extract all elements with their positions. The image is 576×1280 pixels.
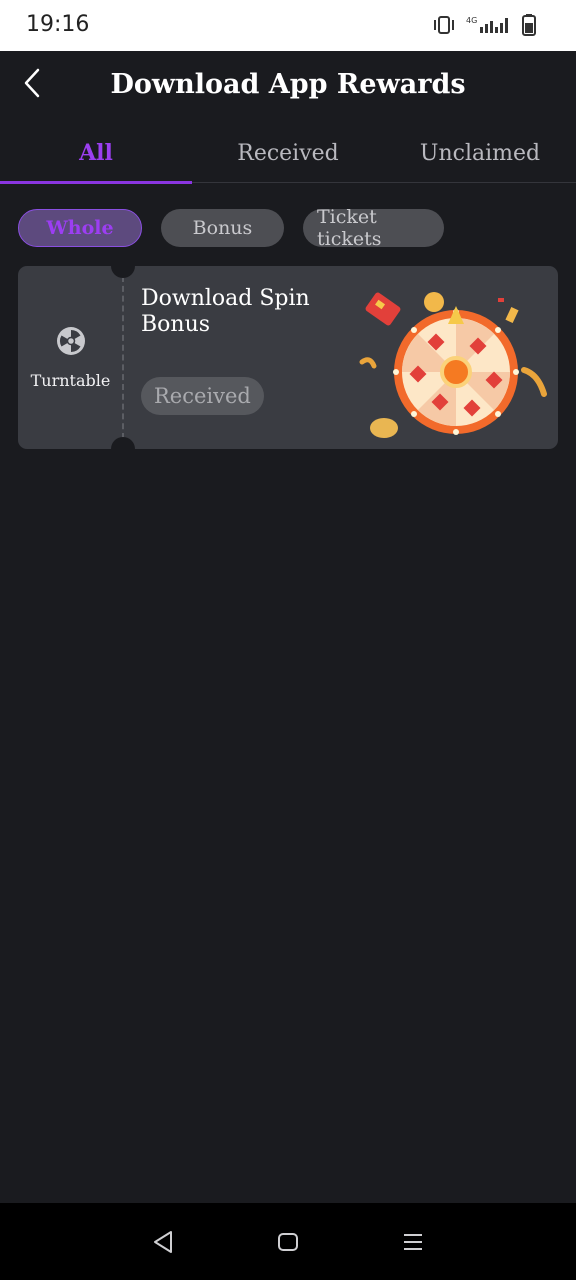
status-time: 19:16: [26, 12, 90, 37]
system-nav-bar: [0, 1203, 576, 1280]
tab-all[interactable]: All: [0, 123, 192, 184]
network-type-label: 4G: [466, 16, 477, 25]
tab-received[interactable]: Received: [192, 123, 384, 183]
reward-type-section: Turntable: [18, 266, 123, 449]
status-bar: 19:16 4G: [0, 0, 576, 51]
filter-bonus-chip[interactable]: Bonus: [161, 209, 284, 247]
battery-icon: [522, 14, 536, 36]
filter-ticket-tickets-chip[interactable]: Ticket tickets: [303, 206, 444, 250]
filter-whole-chip[interactable]: Whole: [18, 209, 142, 247]
menu-icon: [404, 1233, 423, 1250]
tab-bar: All Received Unclaimed: [0, 123, 576, 184]
reward-title: Download Spin Bonus: [141, 286, 310, 337]
page-title: Download App Rewards: [110, 69, 466, 100]
nav-menu-button[interactable]: [391, 1220, 435, 1264]
prize-wheel-illustration: [359, 292, 547, 438]
reward-type-label: Turntable: [30, 371, 111, 390]
header: Download App Rewards: [0, 51, 576, 123]
ticket-notch-bottom: [111, 437, 135, 449]
vibrate-icon: [432, 15, 456, 35]
filter-chips: Whole Bonus Ticket tickets: [18, 206, 444, 250]
signal-icon: 4G: [466, 15, 512, 35]
turntable-icon: [57, 327, 85, 355]
status-icons: 4G: [432, 14, 536, 36]
back-triangle-icon: [153, 1230, 172, 1253]
reward-status-badge: Received: [141, 377, 264, 415]
reward-card[interactable]: Turntable Download Spin Bonus Received: [18, 266, 558, 449]
nav-home-button[interactable]: [266, 1220, 310, 1264]
home-square-icon: [277, 1232, 298, 1251]
tab-unclaimed[interactable]: Unclaimed: [384, 123, 576, 183]
nav-back-button[interactable]: [141, 1220, 185, 1264]
ticket-divider: [122, 276, 124, 439]
